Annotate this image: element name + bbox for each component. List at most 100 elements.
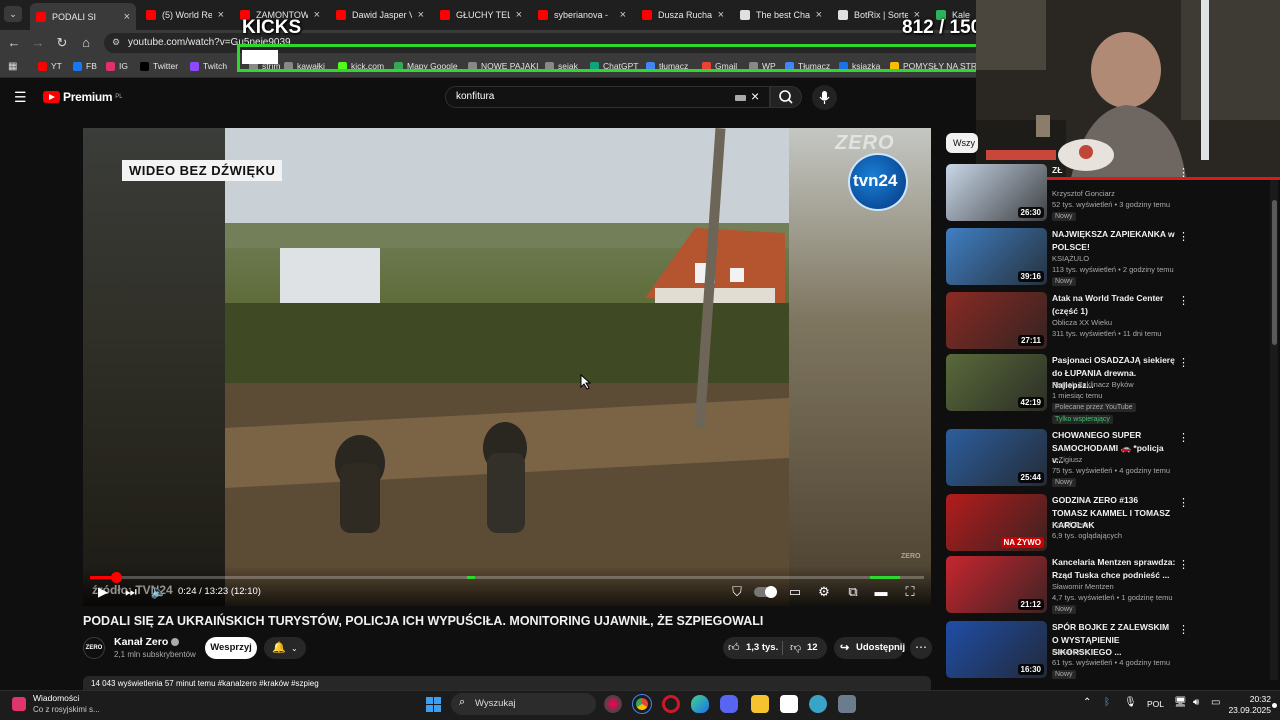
youtube-logo[interactable]: Premium PL	[43, 90, 123, 104]
clear-search-icon[interactable]: ×	[751, 88, 759, 104]
close-tab-icon[interactable]: ×	[124, 11, 130, 23]
close-tab-icon[interactable]: ×	[718, 9, 724, 21]
copilot-icon[interactable]	[604, 695, 622, 713]
language-indicator[interactable]: POL	[1147, 699, 1164, 709]
taskbar-search[interactable]: ⌕ Wyszukaj	[451, 693, 596, 715]
recommended-channel[interactable]: Kanał Zero	[1052, 520, 1089, 529]
more-options-icon[interactable]: ⋮	[1178, 294, 1189, 307]
video-thumbnail[interactable]: 27:11	[946, 292, 1047, 349]
more-options-icon[interactable]: ⋮	[1178, 558, 1189, 571]
bookmark-item[interactable]: Twitch	[190, 61, 227, 71]
search-button[interactable]	[770, 86, 802, 108]
bluetooth-icon[interactable]: ᛒ	[1104, 697, 1110, 708]
voice-search-button[interactable]	[812, 85, 837, 110]
video-thumbnail[interactable]: 25:44	[946, 429, 1047, 486]
more-actions-button[interactable]: ⋯	[910, 637, 932, 659]
recommended-video[interactable]: NA ŻYWO GODZINA ZERO #136 TOMASZ KAMMEL I…	[946, 494, 1189, 552]
description-box[interactable]: 14 043 wyświetlenia 57 minut temu #kanal…	[83, 676, 931, 690]
play-button[interactable]: ▶	[94, 584, 112, 600]
recommended-video[interactable]: 42:19 Pasjonaci OSADZAJĄ siekierę do ŁUPA…	[946, 354, 1189, 424]
recommended-video-title[interactable]: Kancelaria Mentzen sprawdza: Rząd Tuska …	[1052, 556, 1176, 581]
browser-tab[interactable]: GŁUCHY TELEF ×	[434, 4, 528, 26]
more-options-icon[interactable]: ⋮	[1178, 230, 1189, 243]
shield-browser-icon[interactable]	[691, 695, 709, 713]
channel-avatar[interactable]: ZERO	[83, 637, 105, 659]
video-thumbnail[interactable]: 42:19	[946, 354, 1047, 411]
video-thumbnail[interactable]: 26:30	[946, 164, 1047, 221]
file-explorer-icon[interactable]	[751, 695, 769, 713]
apps-grid-icon[interactable]: ▦	[8, 61, 17, 72]
globe-icon[interactable]	[809, 695, 827, 713]
forward-button[interactable]: →	[30, 35, 46, 51]
discord-icon[interactable]	[720, 695, 738, 713]
recommended-channel[interactable]: Sławomir Mentzen	[1052, 582, 1114, 591]
browser-tab[interactable]: (5) World Reco ×	[140, 4, 230, 26]
recommended-channel[interactable]: Oblicza XX Wieku	[1052, 318, 1112, 327]
chrome-icon[interactable]	[632, 694, 652, 714]
close-tab-icon[interactable]: ×	[314, 9, 320, 21]
home-button[interactable]: ⌂	[78, 35, 94, 51]
shield-icon[interactable]: ⛉	[728, 584, 746, 600]
close-tab-icon[interactable]: ×	[418, 9, 424, 21]
progress-scrubber[interactable]	[110, 572, 122, 583]
search-box[interactable]: konfitura ×	[445, 86, 770, 108]
recommended-video-title[interactable]: ZŁ	[1052, 164, 1176, 177]
bookmark-item[interactable]: FB	[73, 61, 97, 71]
recommended-channel[interactable]: Kanał Zero	[1052, 647, 1089, 656]
notification-dot[interactable]	[1272, 703, 1277, 708]
tray-chevron-icon[interactable]: ⌃	[1083, 697, 1091, 708]
recommended-video-title[interactable]: NAJWIĘKSZA ZAPIEKANKA w POLSCE!	[1052, 228, 1176, 253]
browser-tab[interactable]: syberianova - ×	[532, 4, 632, 26]
browser-tab[interactable]: PODALI SI ×	[30, 3, 136, 30]
fullscreen-icon[interactable]: ⛶	[901, 584, 919, 600]
autoplay-toggle[interactable]	[754, 586, 777, 598]
next-button[interactable]: ⏭	[122, 584, 140, 600]
search-input[interactable]: konfitura	[456, 91, 494, 102]
recommended-video[interactable]: 21:12 Kancelaria Mentzen sprawdza: Rząd T…	[946, 556, 1189, 614]
volume-icon[interactable]: 🔈	[150, 584, 168, 600]
share-button[interactable]: ↪ Udostępnij	[834, 637, 905, 659]
keyboard-icon[interactable]	[735, 95, 746, 101]
recommended-video[interactable]: 16:30 SPÓR BOJKE Z ZALEWSKIM O WYSTĄPIENI…	[946, 621, 1189, 679]
browser-tab[interactable]: Dawid Jasper V ×	[330, 4, 430, 26]
video-thumbnail[interactable]: 16:30	[946, 621, 1047, 678]
back-button[interactable]: ←	[6, 35, 22, 51]
opera-icon[interactable]	[662, 695, 680, 713]
subtitles-icon[interactable]: ▭	[786, 584, 804, 600]
browser-tab[interactable]: The best Chatb ×	[734, 4, 828, 26]
channel-name[interactable]: Kanał Zero	[114, 636, 180, 648]
settings-gear-icon[interactable]: ⚙	[815, 584, 833, 600]
recommended-video[interactable]: 39:16 NAJWIĘKSZA ZAPIEKANKA w POLSCE! KSIĄ…	[946, 228, 1189, 286]
video-player[interactable]	[83, 128, 931, 606]
clock[interactable]: 20:32 23.09.2025	[1227, 694, 1271, 716]
scrollbar-thumb[interactable]	[1272, 200, 1277, 345]
close-tab-icon[interactable]: ×	[816, 9, 822, 21]
more-options-icon[interactable]: ⋮	[1178, 356, 1189, 369]
close-tab-icon[interactable]: ×	[516, 9, 522, 21]
close-tab-icon[interactable]: ×	[620, 9, 626, 21]
recommended-channel[interactable]: reZigiusz	[1052, 455, 1082, 464]
bookmark-item[interactable]: IG	[106, 61, 128, 71]
site-info-icon[interactable]: ⚙	[112, 37, 120, 48]
theater-mode-icon[interactable]: ▬	[872, 584, 890, 600]
recommended-channel[interactable]: KSIĄŻULO	[1052, 254, 1089, 263]
video-thumbnail[interactable]: 21:12	[946, 556, 1047, 613]
miniplayer-icon[interactable]: ⧉	[844, 584, 862, 600]
more-options-icon[interactable]: ⋮	[1178, 623, 1189, 636]
recommended-channel[interactable]: Krzysztof Gonciarz	[1052, 189, 1115, 198]
microphone-tray-icon[interactable]: 🎙︎	[1124, 697, 1137, 708]
support-button[interactable]: Wesprzyj	[205, 637, 257, 659]
video-thumbnail[interactable]: NA ŻYWO	[946, 494, 1047, 551]
recommended-channel[interactable]: Romek Zaklinacz Byków	[1052, 380, 1134, 389]
close-tab-icon[interactable]: ×	[218, 9, 224, 21]
battery-icon[interactable]: ▭	[1211, 697, 1220, 708]
network-icon[interactable]: 🖥︎	[1174, 697, 1187, 708]
filter-chip-all[interactable]: Wszy	[946, 133, 978, 153]
browser-tab[interactable]: Dusza Ruchacz ×	[636, 4, 730, 26]
recommended-video-title[interactable]: Atak na World Trade Center (część 1)	[1052, 292, 1176, 317]
recommended-video[interactable]: 27:11 Atak na World Trade Center (część 1…	[946, 292, 1189, 350]
app-icon[interactable]	[780, 695, 798, 713]
recommended-video[interactable]: 26:30 ZŁ Krzysztof Gonciarz 52 tys. wyświet…	[946, 164, 1189, 222]
speaker-icon[interactable]: 🔊︎	[1193, 697, 1199, 708]
more-options-icon[interactable]: ⋮	[1178, 166, 1189, 179]
